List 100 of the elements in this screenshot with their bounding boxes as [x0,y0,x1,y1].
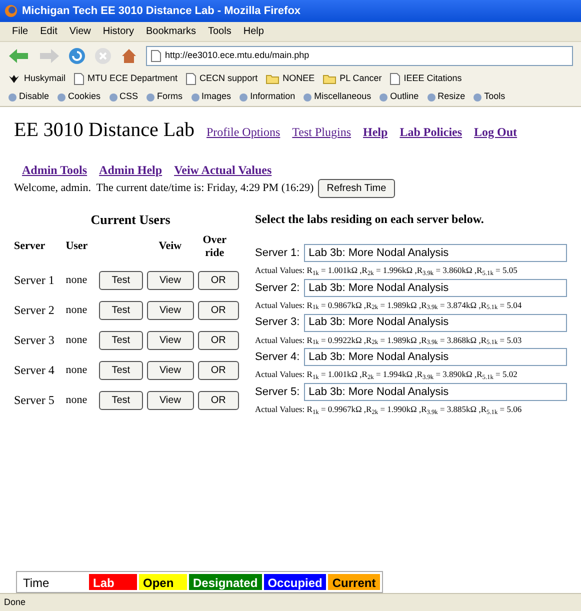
toolbar-menu[interactable]: Outline [390,90,419,104]
color-key-label: Current [328,574,380,590]
page-icon [74,72,84,84]
server-name: Server 5 [14,392,56,410]
admin-link[interactable]: Admin Help [99,161,162,179]
server-action-button[interactable]: Test [99,330,143,350]
bookmark-link[interactable]: CECN support [200,72,258,86]
window-title: Michigan Tech EE 3010 Distance Lab - Mozilla Firefox [22,4,301,19]
toolbar-icon [239,92,248,102]
refresh-time-button[interactable]: Refresh Time [318,179,396,198]
nav-link[interactable]: Test Plugins [292,123,352,141]
toolbar-icon [379,92,388,102]
toolbar-icon [303,92,312,102]
toolbar-menu[interactable]: Miscellaneous [314,90,372,104]
user-name: none [66,393,88,408]
folder-icon [266,74,279,84]
toolbar-menu[interactable]: Cookies [68,90,101,104]
stop-icon[interactable] [94,46,112,64]
firefox-icon [4,4,18,18]
menu-item[interactable]: View [69,24,91,39]
toolbar-icon [57,92,66,102]
server-action-button[interactable]: OR [198,300,239,320]
menu-item[interactable]: File [12,24,28,39]
user-name: none [66,333,88,348]
labs-title: Select the labs residing on each server below. [255,211,485,228]
lab-select[interactable]: Lab 3b: More Nodal Analysis [304,383,567,401]
toolbar-icon [146,92,156,102]
column-heading: Over ride [202,234,228,260]
folder-icon [322,74,336,84]
user-name: none [66,273,88,288]
toolbar-menu[interactable]: CSS [120,90,138,104]
bookmark-link[interactable]: PL Cancer [340,72,382,86]
nav-link[interactable]: Lab Policies [400,123,462,141]
toolbar-menu[interactable]: Tools [484,90,506,104]
lab-select[interactable]: Lab 3b: More Nodal Analysis [304,244,567,262]
server-action-button[interactable]: OR [198,360,239,380]
menu-item[interactable]: Help [243,24,264,39]
actual-values-text: Actual Values: R$_{1k}$ = 0.9922kΩ ,R$_{2k}$ = 1.989kΩ ,R$_{3.9k}$ = 3.868kΩ ,R$_{5.1k}$ = 5.03 [255,334,523,346]
server-action-button[interactable]: Test [99,270,143,290]
nav-link[interactable]: Profile Options [206,123,280,141]
menu-item[interactable]: Bookmarks [146,24,196,39]
actual-values-text: Actual Values: R$_{1k}$ = 0.9967kΩ ,R$_{2k}$ = 1.990kΩ ,R$_{3.9k}$ = 3.885kΩ ,R$_{5.1k}$ = 5.06 [255,403,523,416]
toolbar-menu[interactable]: Disable [19,90,50,104]
nav-link[interactable]: Log Out [474,123,518,141]
lab-select[interactable]: Lab 3b: More Nodal Analysis [304,278,567,297]
server-name: Server 2 [14,302,56,320]
home-icon[interactable] [120,46,138,64]
server-action-button[interactable]: View [146,270,194,290]
toolbar-icon [473,92,482,102]
address-text: http://ee3010.ece.mtu.edu/main.php [165,48,310,62]
server-action-button[interactable]: Test [99,360,143,380]
server-label: Server 1: [255,246,300,261]
toolbar-menu[interactable]: Images [202,90,232,104]
toolbar-icon [8,92,17,102]
back-arrow-icon[interactable] [8,48,30,64]
page-icon [151,50,161,62]
lab-select[interactable]: Lab 3b: More Nodal Analysis [304,314,567,332]
server-action-button[interactable]: Test [99,300,143,320]
lab-select[interactable]: Lab 3b: More Nodal Analysis [304,348,567,366]
bookmark-link[interactable]: Huskymail [24,72,66,86]
server-action-button[interactable]: View [146,390,194,410]
actual-values-text: Actual Values: R$_{1k}$ = 0.9867kΩ ,R$_{2k}$ = 1.989kΩ ,R$_{3.9k}$ = 3.874kΩ ,R$_{5.1k}$ = 5.04 [255,298,523,312]
server-label: Server 2: [255,280,300,296]
server-label: Server 4: [255,350,300,365]
server-label: Server 3: [255,315,300,330]
server-action-button[interactable]: View [146,300,194,320]
status-text: Done [4,596,26,609]
toolbar-menu[interactable]: Forms [157,90,183,104]
toolbar-menu[interactable]: Resize [438,90,466,104]
address-field[interactable]: http://ee3010.ece.mtu.edu/main.php [146,46,573,66]
toolbar-icon [108,92,118,102]
server-action-button[interactable]: View [146,330,194,350]
server-action-button[interactable]: View [146,360,194,380]
bookmark-link[interactable]: MTU ECE Department [88,72,178,86]
toolbar-menu[interactable]: Information [250,90,296,104]
reload-icon[interactable] [68,46,86,64]
menu-item[interactable]: History [102,24,134,39]
admin-link[interactable]: Veiw Actual Values [174,161,272,179]
column-heading: Veiw [158,239,183,254]
menu-item[interactable]: Edit [40,24,58,39]
toolbar-icon [190,92,200,102]
page-icon [390,72,400,84]
server-action-button[interactable]: Test [99,390,143,410]
color-key-label: Designated [189,574,262,590]
admin-link[interactable]: Admin Tools [22,161,88,179]
server-label: Server 5: [255,384,300,400]
server-action-button[interactable]: OR [198,390,239,410]
page-icon [186,72,196,84]
color-key-label: Lab [89,574,137,590]
server-name: Server 3 [14,332,56,350]
column-heading: User [66,239,89,254]
menu-item[interactable]: Tools [208,24,232,39]
server-action-button[interactable]: OR [198,330,239,350]
bookmark-link[interactable]: NONEE [282,72,315,86]
nav-link[interactable]: Help [363,123,388,141]
user-name: none [66,303,88,318]
forward-arrow-icon[interactable] [38,48,60,64]
bookmark-link[interactable]: IEEE Citations [404,72,462,86]
server-action-button[interactable]: OR [198,270,239,290]
actual-values-text: Actual Values: R$_{1k}$ = 1.001kΩ ,R$_{2k}$ = 1.996kΩ ,R$_{3.9k}$ = 3.860kΩ ,R$_{5.1k}$ = 5.05 [255,264,518,277]
